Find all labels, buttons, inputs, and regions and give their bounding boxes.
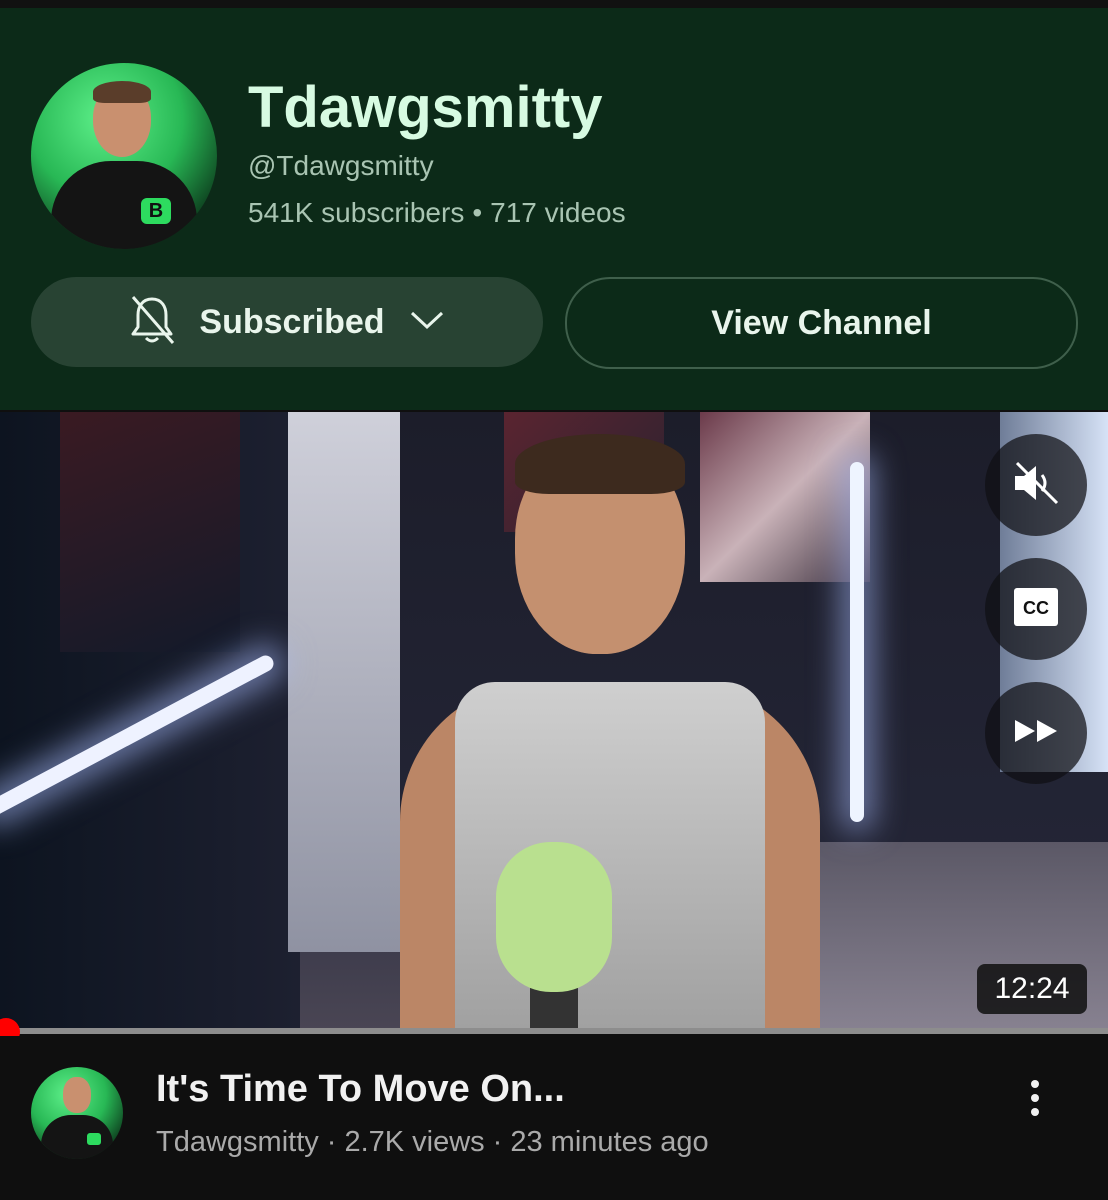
scene-poster (700, 412, 870, 582)
channel-handle: @Tdawgsmitty (248, 150, 434, 181)
subscribed-label: Subscribed (199, 302, 385, 341)
video-title[interactable]: It's Time To Move On... (156, 1068, 565, 1111)
mute-icon (1011, 461, 1061, 510)
video-player[interactable] (0, 412, 1108, 1032)
avatar-shirt (51, 161, 197, 249)
video-duration: 12:24 (977, 964, 1087, 1014)
avatar-hair (93, 81, 151, 103)
channel-stats: 541K subscribers • 717 videos (248, 197, 626, 229)
view-channel-button[interactable]: View Channel (565, 277, 1078, 369)
scene-person-hair (515, 434, 685, 494)
channel-avatar[interactable]: B (31, 63, 217, 249)
more-options-button[interactable] (1010, 1070, 1060, 1126)
scene-poster (60, 412, 240, 652)
avatar-face (63, 1077, 91, 1113)
shirt-logo-icon (87, 1133, 101, 1145)
scene-light-tube (850, 462, 864, 822)
scene-person-shirt (455, 682, 765, 1032)
meta-separator: · (326, 1126, 337, 1158)
shirt-logo-icon: B (141, 198, 171, 224)
fast-forward-icon (1013, 718, 1059, 749)
video-channel-avatar[interactable] (31, 1067, 123, 1159)
video-views: 2.7K views (344, 1126, 485, 1158)
chevron-down-icon (409, 309, 445, 336)
more-vert-icon (1031, 1080, 1039, 1088)
video-age: 23 minutes ago (510, 1126, 709, 1158)
channel-name[interactable]: Tdawgsmitty (248, 74, 603, 141)
mute-button[interactable] (985, 434, 1087, 536)
scene-door (288, 412, 400, 952)
video-count: 717 videos (490, 197, 626, 228)
progress-bar[interactable] (0, 1028, 1108, 1034)
captions-button[interactable]: CC (985, 558, 1087, 660)
avatar-shirt (41, 1115, 113, 1159)
subscribed-button[interactable]: Subscribed (31, 277, 543, 367)
video-channel-name: Tdawgsmitty (156, 1126, 319, 1158)
fast-forward-button[interactable] (985, 682, 1087, 784)
scene-mic-stand (530, 987, 578, 1032)
video-info-row (0, 1036, 1108, 1200)
scene-microphone (496, 842, 612, 992)
bell-off-icon (129, 293, 175, 352)
subscriber-count: 541K subscribers (248, 197, 465, 228)
stats-separator: • (472, 197, 483, 228)
top-bar (0, 0, 1108, 8)
video-metadata: Tdawgsmitty · 2.7K views · 23 minutes ago (156, 1126, 709, 1159)
meta-separator: · (492, 1126, 503, 1158)
cc-text: CC (1023, 598, 1049, 618)
closed-captions-icon: CC (1013, 587, 1059, 632)
